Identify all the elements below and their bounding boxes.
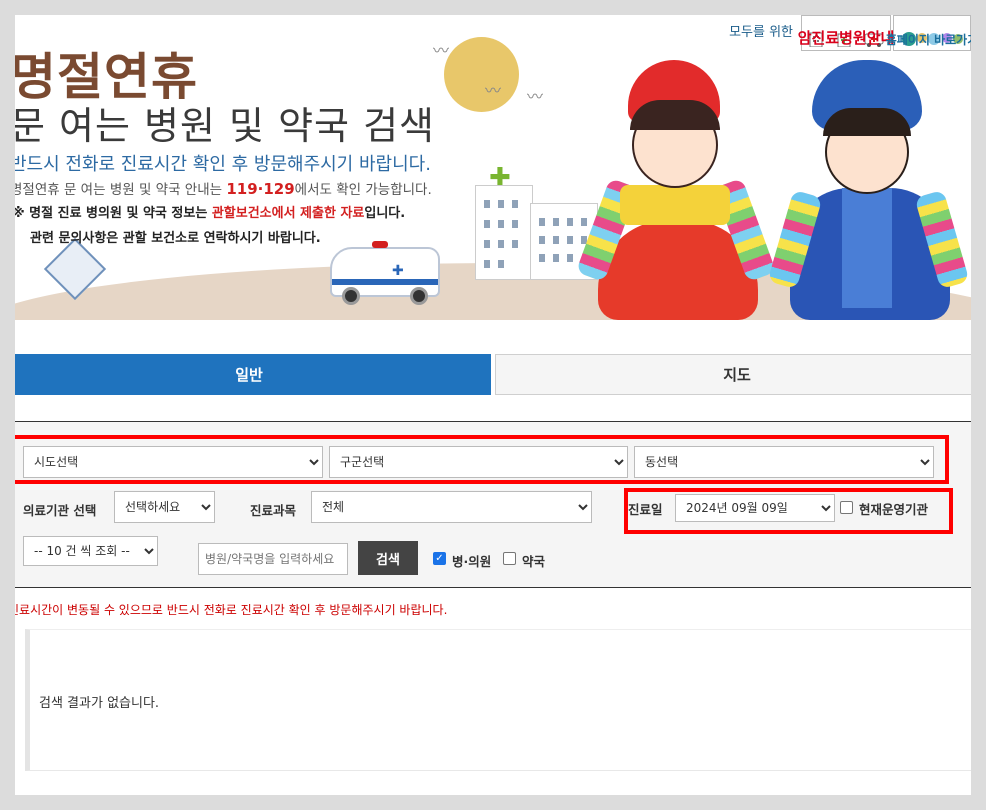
view-tabs: 일반 지도 [15,354,971,395]
department-select[interactable]: 전체 [311,491,592,523]
ambulance-illustration: ✚ [330,241,440,305]
hours-change-notice: 진료시간이 변동될 수 있으므로 반드시 전화로 진료시간 확인 후 방문해주시… [15,603,448,617]
data-source-notice: ※ 명절 진료 병의원 및 약국 정보는 관할보건소에서 제출한 자료입니다. [15,202,405,221]
divider [15,421,971,422]
pharmacy-checkbox-label: 약국 [522,554,546,569]
page: 〰 〰 〰 ✚ ✚ 명절연휴 문 여는 병원 및 약국 검색 반드시 전화로 진… [15,15,971,795]
hotline-numbers: 119·129 [226,180,295,198]
homepage-label: 홈페이지 바로가기 [885,33,971,47]
org-type-select[interactable]: 선택하세요 [114,491,215,523]
inquiry-notice: 관련 문의사항은 관할 보건소로 연락하시기 바랍니다. [30,231,321,246]
data-source-pre: ※ 명절 진료 병의원 및 약국 정보는 [15,206,212,221]
hospital-building-illustration [475,185,533,280]
pharmacy-checkbox[interactable] [503,552,516,565]
homepage-link[interactable]: 홈페이지 바로가기 [886,15,971,51]
department-label: 진료과목 [250,503,297,518]
results-panel: 검색 결과가 없습니다. [25,629,971,771]
holiday-banner: 〰 〰 〰 ✚ ✚ 명절연휴 문 여는 병원 및 약국 검색 반드시 전화로 진… [15,15,971,320]
data-source-highlight: 관할보건소에서 제출한 자료 [211,206,365,221]
gugun-select[interactable]: 구군선택 [329,446,628,478]
name-search-input[interactable] [198,543,348,575]
girl-in-hanbok-illustration [575,60,777,320]
hospital-checkbox[interactable]: ✓ [433,552,446,565]
data-source-post: 입니다. [364,206,406,221]
hotline-notice-post: 에서도 확인 가능합니다. [294,182,432,198]
boy-in-hanbok-illustration [767,60,970,320]
divider [15,587,971,588]
for-all-label: 모두를 위한 [729,25,793,40]
tab-general[interactable]: 일반 [15,354,491,395]
cancer-hospital-label: 암진료병원안내 [797,29,895,47]
hospital-checkbox-label: 병·의원 [452,554,492,569]
open-now-label: 현재운영기관 [859,502,929,517]
call-notice: 반드시 전화로 진료시간 확인 후 방문해주시기 바랍니다. [15,154,431,175]
date-select[interactable]: 2024년 09월 09일 [675,494,835,522]
date-label: 진료일 [628,502,663,517]
cancer-hospital-link[interactable]: 암진료병원안내 [798,15,894,51]
crane-icon: 〰 [433,41,450,60]
dong-select[interactable]: 동선택 [634,446,934,478]
tab-map[interactable]: 지도 [495,354,971,395]
per-page-select[interactable]: -- 10 건 씩 조회 -- [23,536,158,566]
banner-subtitle: 문 여는 병원 및 약국 검색 [15,104,435,148]
full-moon-illustration [444,37,519,112]
org-type-label: 의료기관 선택 [23,503,97,518]
empty-results-message: 검색 결과가 없습니다. [39,696,160,711]
crane-icon: 〰 [485,81,502,100]
search-panel: 시도선택 구군선택 동선택 의료기관 선택 선택하세요 진료과목 전체 진료일 … [15,421,971,588]
sido-select[interactable]: 시도선택 [23,446,323,478]
hotline-notice-pre: 명절연휴 문 여는 병원 및 약국 안내는 [15,182,227,198]
crane-icon: 〰 [527,87,544,106]
top-links: 모두를 위한 암진료병원안내 홈페이지 바로가기 [729,15,971,51]
search-button[interactable]: 검색 [358,541,418,575]
hotline-notice: 명절연휴 문 여는 병원 및 약국 안내는 119·129에서도 확인 가능합니… [15,178,432,198]
open-now-checkbox[interactable] [840,501,853,514]
